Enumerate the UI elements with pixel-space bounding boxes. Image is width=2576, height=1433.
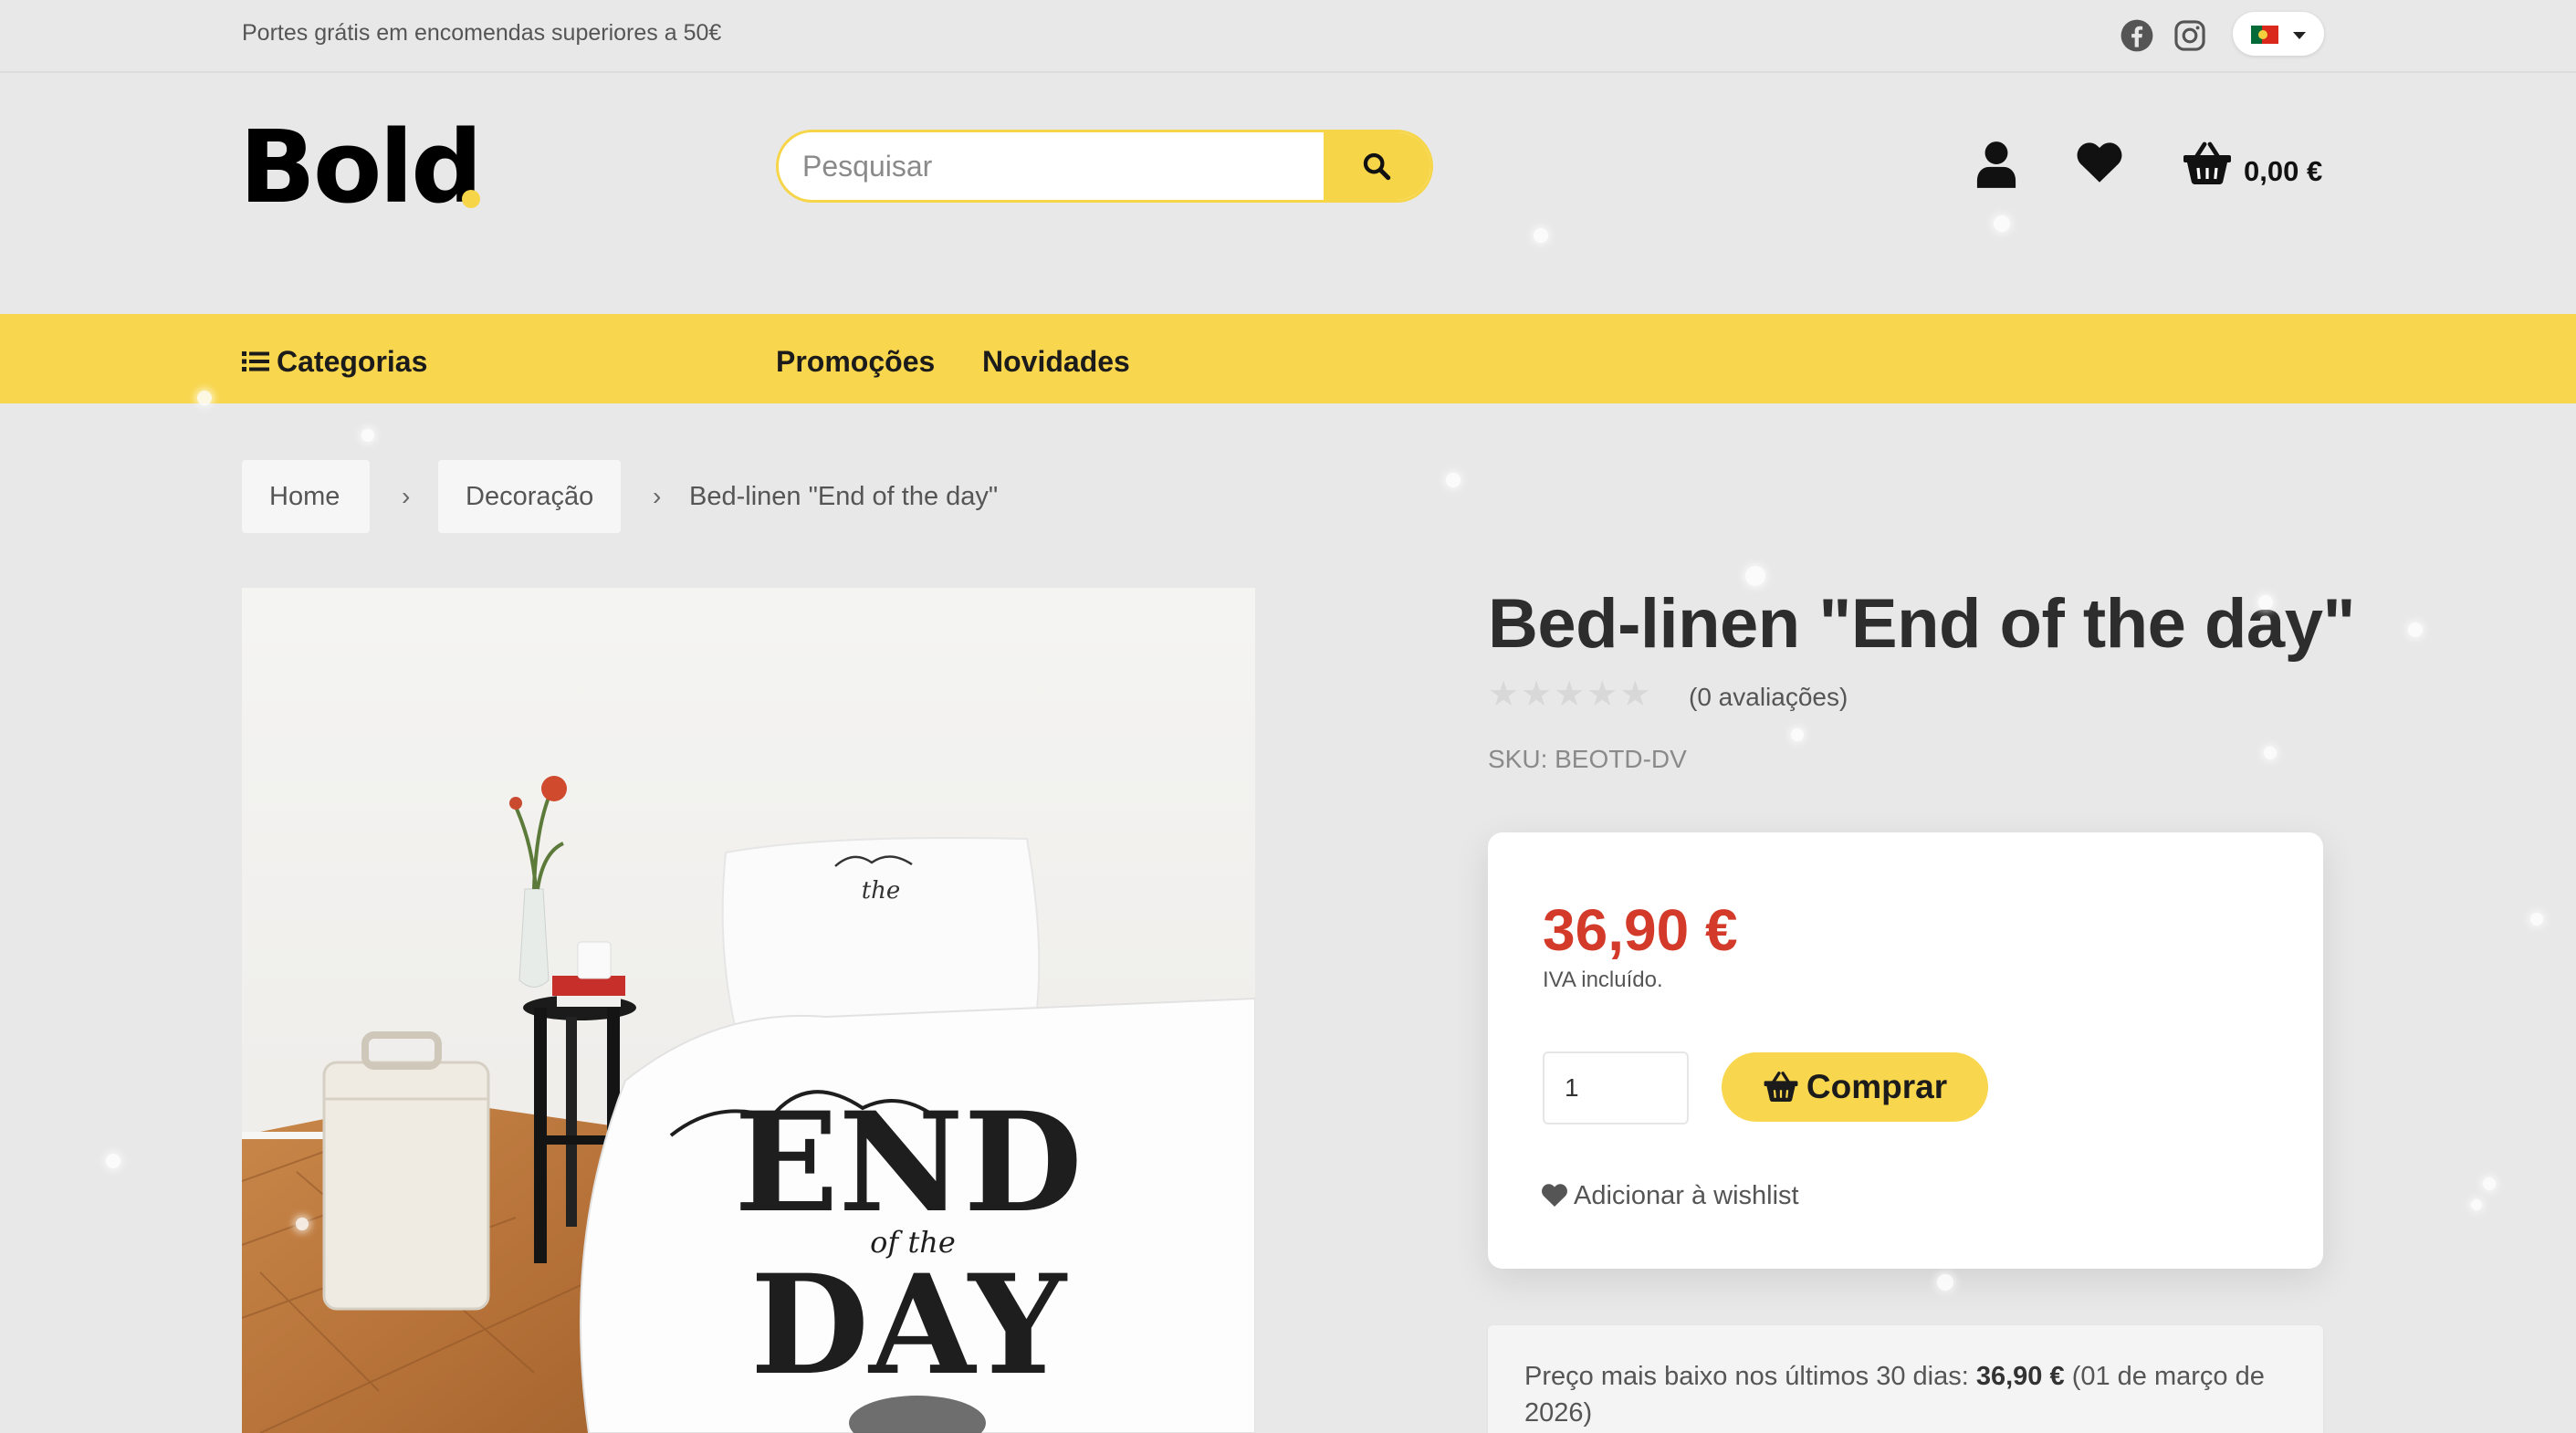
snowflake [1937,1274,1953,1291]
lowest-price-info: Preço mais baixo nos últimos 30 dias: 36… [1488,1325,2323,1433]
nav-categories[interactable]: Categorias [242,345,427,379]
vat-note: IVA incluído. [1543,968,1663,992]
wishlist-label: Adicionar à wishlist [1574,1181,1799,1210]
snowflake [197,391,212,405]
lowest-price-value: 36,90 € [1975,1362,2065,1391]
heart-icon [1542,1184,1567,1207]
product-sku: SKU: BEOTD-DV [1488,745,1687,773]
snowflake [2530,913,2543,926]
add-to-wishlist-link[interactable]: Adicionar à wishlist [1541,1181,1799,1211]
top-bar: Portes grátis em encomendas superiores a… [0,0,2576,73]
snowflake [106,1154,120,1168]
snowflake [1745,566,1765,586]
review-count[interactable]: (0 avaliações) [1689,683,1848,712]
search-icon [1363,152,1391,181]
instagram-icon[interactable] [2173,18,2207,53]
search-input[interactable] [779,132,1326,200]
product-image[interactable]: the END of the DAY [242,588,1255,1433]
star-icon: ★ [1586,675,1618,714]
list-icon [242,351,269,371]
breadcrumb-category[interactable]: Decoração [438,460,621,533]
free-shipping-text: Portes grátis em encomendas superiores a… [242,20,722,46]
snowflake [1994,215,2010,232]
rating-stars[interactable]: ★★★★★ [1488,677,1652,714]
basket-icon [1764,1072,1798,1102]
buy-button-label: Comprar [1806,1068,1948,1105]
nav-promotions[interactable]: Promoções [776,345,935,379]
search-bar [776,130,1433,203]
snowflake [2408,622,2423,637]
star-icon: ★ [1521,675,1553,714]
search-button[interactable] [1324,132,1430,200]
breadcrumb-separator: › [653,482,662,510]
snowflake [361,429,374,442]
breadcrumb-current: Bed-linen "End of the day" [689,482,999,511]
product-photo-illustration: the END of the DAY [242,588,1255,1433]
snowflake [1446,473,1461,487]
purchase-panel: 36,90 € IVA incluído. Comprar Adicionar … [1488,832,2323,1269]
duvet-print-line1: END [734,1083,1083,1243]
snowflake [2258,595,2273,610]
snowflake [2264,747,2277,759]
snowflake [1534,228,1548,243]
main-nav: Categorias Promoções Novidades [0,314,2576,403]
snowflake [296,1218,309,1230]
user-account-icon[interactable] [1975,141,2017,188]
site-logo[interactable]: Bold [239,117,483,217]
caret-down-icon [2293,32,2306,39]
quantity-input[interactable] [1543,1051,1689,1124]
pillow-print-text: the [862,877,901,905]
nav-news[interactable]: Novidades [982,345,1130,379]
logo-dot [462,190,480,208]
product-price: 36,90 € [1543,897,1738,963]
portugal-flag-icon [2251,26,2278,44]
wishlist-heart-icon[interactable] [2076,141,2123,183]
breadcrumb-home[interactable]: Home [242,460,370,533]
snowflake [1791,728,1804,741]
facebook-icon[interactable] [2120,18,2154,53]
logo-text: Bold [239,109,483,225]
buy-button[interactable]: Comprar [1722,1052,1988,1122]
product-title: Bed-linen "End of the day" [1488,585,2356,663]
cart-total[interactable]: 0,00 € [2244,155,2322,188]
star-icon: ★ [1554,675,1586,714]
star-icon: ★ [1619,675,1651,714]
snowflake [2471,1199,2482,1210]
duvet-print-line3: DAY [750,1245,1068,1406]
star-icon: ★ [1488,675,1520,714]
nav-categories-label: Categorias [277,345,428,378]
breadcrumb-separator: › [402,482,411,510]
snowflake [2483,1177,2496,1190]
language-selector[interactable] [2233,12,2324,56]
lowest-price-label: Preço mais baixo nos últimos 30 dias: [1524,1362,1969,1391]
basket-icon[interactable] [2182,141,2233,184]
